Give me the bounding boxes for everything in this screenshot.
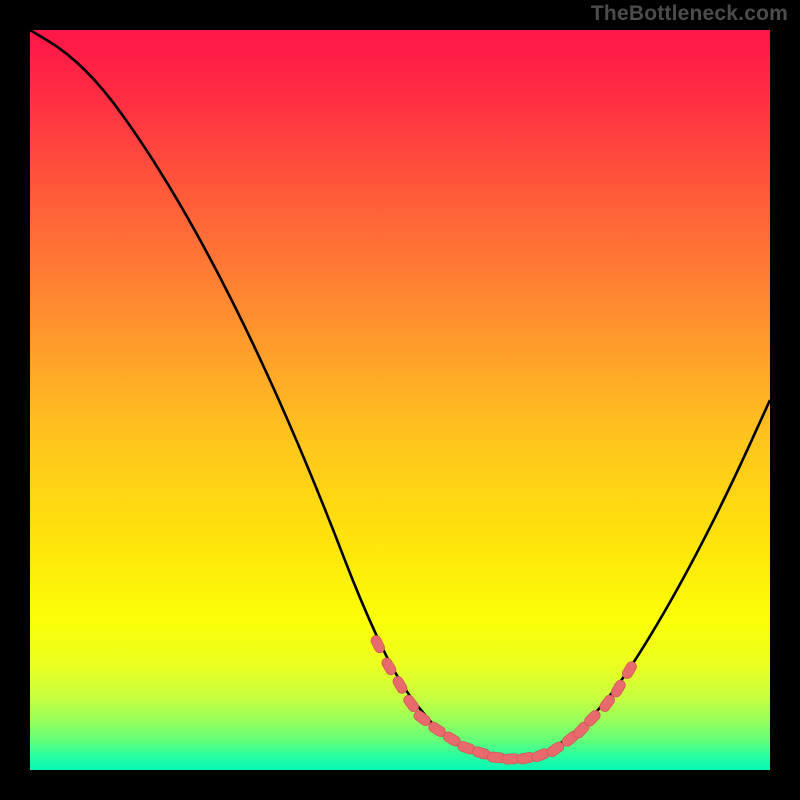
line-series [30,30,770,759]
plot-area [30,30,770,770]
marker-dot [402,693,421,713]
marker-group [369,634,638,765]
chart-outer: TheBottleneck.com [0,0,800,800]
chart-svg [30,30,770,770]
watermark-text: TheBottleneck.com [591,2,788,26]
